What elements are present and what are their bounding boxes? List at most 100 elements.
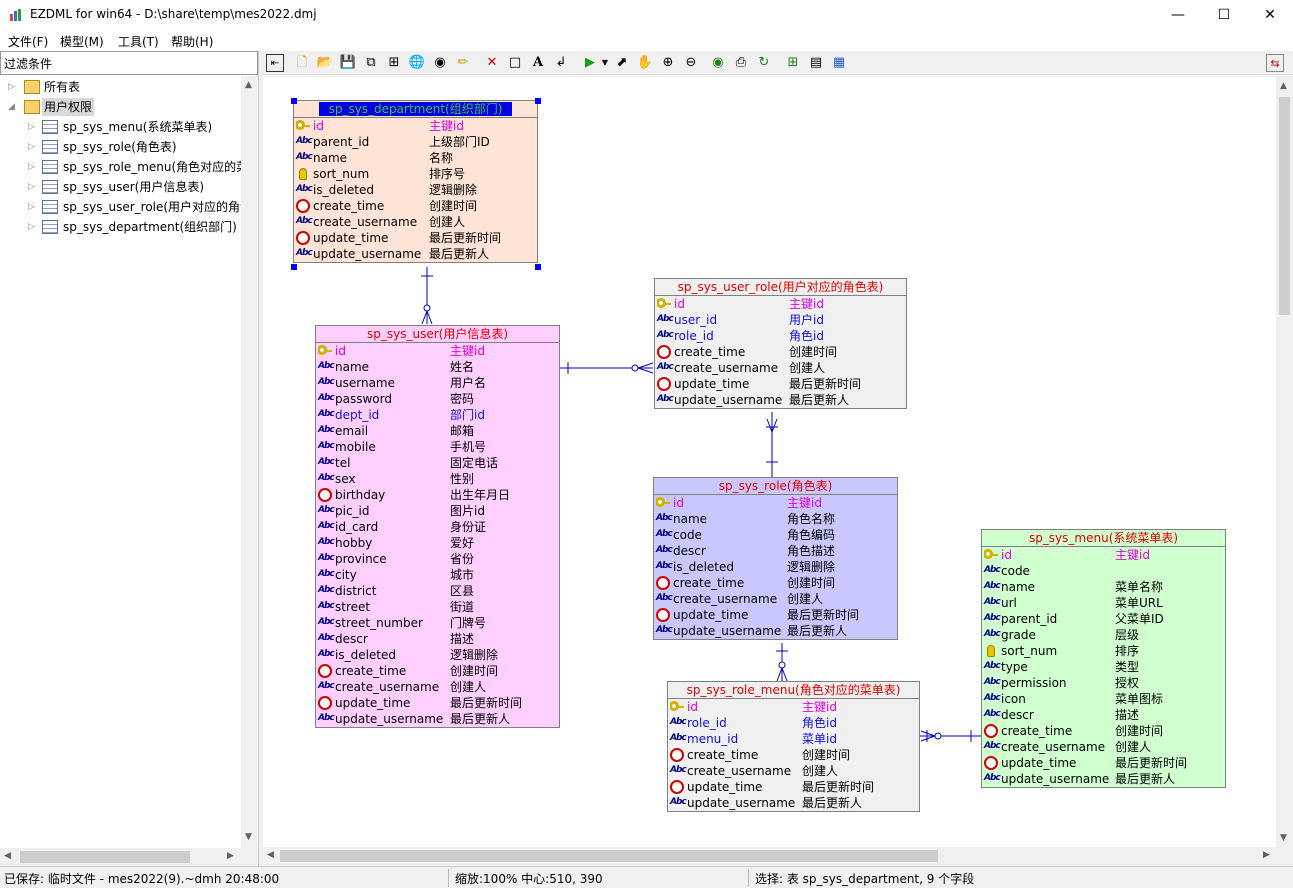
field-row[interactable]: create_time 创建时间 bbox=[294, 198, 537, 214]
field-row[interactable]: Abc update_username 最后更新人 bbox=[655, 392, 906, 408]
entity-sp-sys-role-menu[interactable]: sp_sys_role_menu(角色对应的菜单表) id 主键id Abc role_… bbox=[667, 681, 920, 812]
zoom-in-icon[interactable]: ⊕ bbox=[659, 54, 677, 72]
hand-icon[interactable]: ✋ bbox=[636, 54, 654, 72]
field-row[interactable]: Abc update_username 最后更新人 bbox=[294, 246, 537, 262]
field-row[interactable]: id 主键id bbox=[654, 495, 897, 511]
properties-icon[interactable]: ▤ bbox=[807, 54, 825, 72]
expand-arrow-icon[interactable]: ▷ bbox=[28, 158, 38, 176]
canvas-horizontal-scrollbar[interactable]: ◀ ▶ bbox=[263, 847, 1276, 865]
field-row[interactable]: Abc parent_id 父菜单ID bbox=[982, 611, 1225, 627]
selection-handle[interactable] bbox=[291, 264, 297, 270]
new-icon[interactable]: 🗋 bbox=[293, 54, 311, 72]
scroll-left-icon[interactable]: ◀ bbox=[4, 851, 11, 861]
selection-handle[interactable] bbox=[535, 98, 541, 104]
field-row[interactable]: Abc city 城市 bbox=[316, 567, 559, 583]
highlight-icon[interactable]: ✏ bbox=[454, 54, 472, 72]
scroll-down-icon[interactable]: ▼ bbox=[245, 832, 252, 842]
field-row[interactable]: create_time 创建时间 bbox=[668, 747, 919, 763]
link-icon[interactable]: ↲ bbox=[552, 54, 570, 72]
field-row[interactable]: Abc update_username 最后更新人 bbox=[982, 771, 1225, 787]
field-row[interactable]: Abc code 角色编码 bbox=[654, 527, 897, 543]
tree-icon[interactable]: ⊞ bbox=[385, 54, 403, 72]
entity-sp-sys-user-role[interactable]: sp_sys_user_role(用户对应的角色表) id 主键id Abc user_… bbox=[654, 278, 907, 409]
scroll-up-icon[interactable]: ▲ bbox=[245, 80, 252, 90]
find-icon[interactable]: ◉ bbox=[431, 54, 449, 72]
field-row[interactable]: Abc sex 性别 bbox=[316, 471, 559, 487]
scroll-thumb[interactable] bbox=[280, 850, 938, 862]
view-icon[interactable]: ◉ bbox=[709, 54, 727, 72]
refresh-icon[interactable]: ↻ bbox=[755, 54, 773, 72]
expand-arrow-icon[interactable]: ▷ bbox=[28, 118, 38, 136]
field-row[interactable]: Abc district 区县 bbox=[316, 583, 559, 599]
field-row[interactable]: Abc create_username 创建人 bbox=[654, 591, 897, 607]
tree-horizontal-scrollbar[interactable]: ◀ ▶ bbox=[0, 848, 241, 866]
field-row[interactable]: Abc email 邮箱 bbox=[316, 423, 559, 439]
field-row[interactable]: create_time 创建时间 bbox=[982, 723, 1225, 739]
field-row[interactable]: Abc create_username 创建人 bbox=[294, 214, 537, 230]
field-row[interactable]: Abc province 省份 bbox=[316, 551, 559, 567]
expand-arrow-icon[interactable]: ▷ bbox=[28, 198, 38, 216]
expand-arrow-icon[interactable]: ▷ bbox=[8, 78, 18, 96]
field-row[interactable]: Abc descr 描述 bbox=[982, 707, 1225, 723]
field-row[interactable]: Abc dept_id 部门id bbox=[316, 407, 559, 423]
field-row[interactable]: id 主键id bbox=[294, 118, 537, 134]
field-row[interactable]: Abc descr 角色描述 bbox=[654, 543, 897, 559]
field-row[interactable]: Abc create_username 创建人 bbox=[316, 679, 559, 695]
field-row[interactable]: update_time 最后更新时间 bbox=[294, 230, 537, 246]
scroll-right-icon[interactable]: ▶ bbox=[227, 851, 234, 861]
tree-vertical-scrollbar[interactable]: ▲ ▼ bbox=[241, 76, 258, 866]
field-row[interactable]: update_time 最后更新时间 bbox=[668, 779, 919, 795]
field-row[interactable]: Abc role_id 角色id bbox=[668, 715, 919, 731]
field-row[interactable]: Abc menu_id 菜单id bbox=[668, 731, 919, 747]
delete-icon[interactable]: ✕ bbox=[483, 54, 501, 72]
diagram-canvas[interactable]: sp_sys_department(组织部门) id 主键id Abc parent_i… bbox=[263, 77, 1276, 847]
copy-icon[interactable]: ⧉ bbox=[362, 54, 380, 72]
text-icon[interactable]: A bbox=[529, 54, 547, 72]
field-row[interactable]: Abc update_username 最后更新人 bbox=[654, 623, 897, 639]
selection-handle[interactable] bbox=[535, 264, 541, 270]
field-row[interactable]: id 主键id bbox=[316, 343, 559, 359]
field-row[interactable]: sort_num 排序号 bbox=[294, 166, 537, 182]
field-row[interactable]: create_time 创建时间 bbox=[655, 344, 906, 360]
entity-sp-sys-department[interactable]: sp_sys_department(组织部门) id 主键id Abc parent_i… bbox=[293, 100, 538, 263]
field-row[interactable]: id 主键id bbox=[668, 699, 919, 715]
fit-icon[interactable]: ▦ bbox=[830, 54, 848, 72]
layout-icon[interactable]: ⊞ bbox=[784, 54, 802, 72]
expand-arrow-icon[interactable]: ▷ bbox=[28, 178, 38, 196]
field-row[interactable]: Abc hobby 爱好 bbox=[316, 535, 559, 551]
field-row[interactable]: Abc mobile 手机号 bbox=[316, 439, 559, 455]
field-row[interactable]: create_time 创建时间 bbox=[654, 575, 897, 591]
expand-arrow-icon[interactable]: ▷ bbox=[28, 218, 38, 236]
field-row[interactable]: Abc id_card 身份证 bbox=[316, 519, 559, 535]
zoom-out-icon[interactable]: ⊖ bbox=[682, 54, 700, 72]
scroll-thumb[interactable] bbox=[20, 851, 190, 863]
toggle-panel-icon[interactable]: ⇤ bbox=[266, 54, 284, 72]
field-row[interactable]: Abc is_deleted 逻辑删除 bbox=[316, 647, 559, 663]
field-row[interactable]: Abc update_username 最后更新人 bbox=[668, 795, 919, 811]
field-row[interactable]: Abc create_username 创建人 bbox=[655, 360, 906, 376]
field-row[interactable]: Abc code bbox=[982, 563, 1225, 579]
scroll-right-icon[interactable]: ▶ bbox=[1263, 850, 1270, 860]
minimize-button[interactable]: — bbox=[1155, 0, 1201, 30]
filter-input[interactable]: 过滤条件 bbox=[0, 51, 258, 75]
field-row[interactable]: Abc descr 描述 bbox=[316, 631, 559, 647]
field-row[interactable]: Abc create_username 创建人 bbox=[668, 763, 919, 779]
field-row[interactable]: Abc type 类型 bbox=[982, 659, 1225, 675]
scroll-down-icon[interactable]: ▼ bbox=[1280, 833, 1287, 843]
field-row[interactable]: Abc password 密码 bbox=[316, 391, 559, 407]
field-row[interactable]: Abc name 姓名 bbox=[316, 359, 559, 375]
field-row[interactable]: Abc parent_id 上级部门ID bbox=[294, 134, 537, 150]
switch-view-icon[interactable]: ⇆ bbox=[1266, 54, 1284, 72]
field-row[interactable]: Abc grade 层级 bbox=[982, 627, 1225, 643]
field-row[interactable]: Abc pic_id 图片id bbox=[316, 503, 559, 519]
field-row[interactable]: Abc permission 授权 bbox=[982, 675, 1225, 691]
scroll-thumb[interactable] bbox=[1279, 97, 1290, 315]
field-row[interactable]: Abc is_deleted 逻辑删除 bbox=[654, 559, 897, 575]
rectangle-icon[interactable]: □ bbox=[506, 54, 524, 72]
scroll-left-icon[interactable]: ◀ bbox=[267, 850, 274, 860]
field-row[interactable]: Abc name 菜单名称 bbox=[982, 579, 1225, 595]
entity-sp-sys-role[interactable]: sp_sys_role(角色表) id 主键id Abc name 角色名称 Abc code… bbox=[653, 477, 898, 640]
field-row[interactable]: update_time 最后更新时间 bbox=[982, 755, 1225, 771]
field-row[interactable]: birthday 出生年月日 bbox=[316, 487, 559, 503]
field-row[interactable]: Abc name 名称 bbox=[294, 150, 537, 166]
